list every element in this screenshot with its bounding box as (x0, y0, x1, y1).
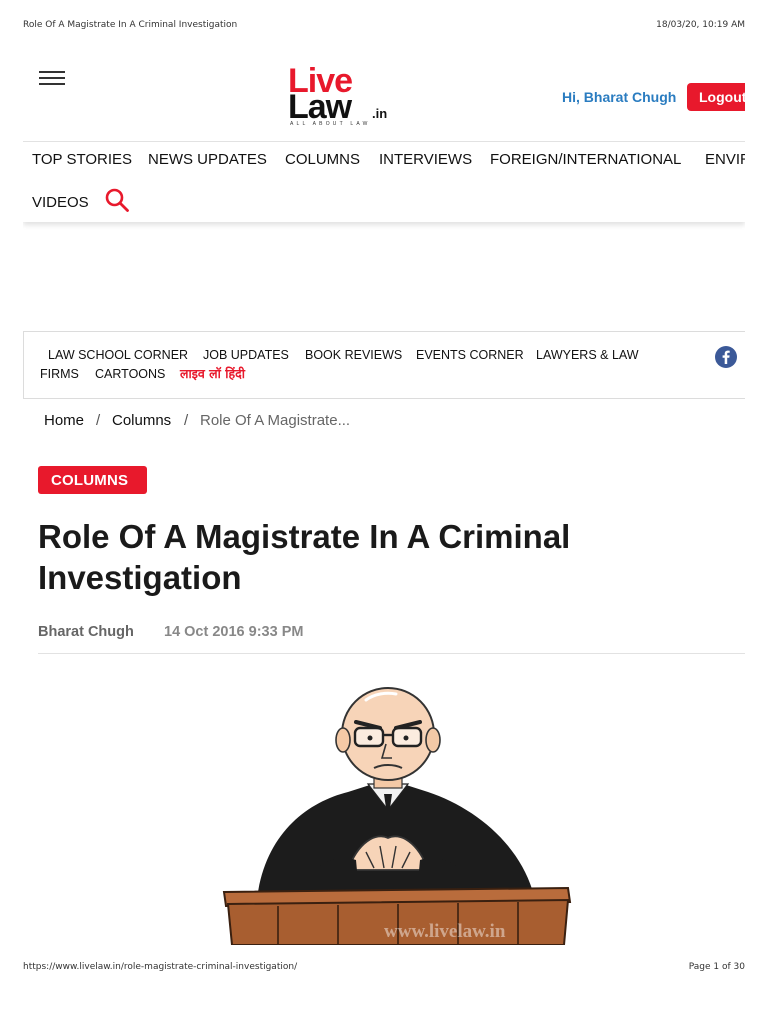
secondary-nav (23, 331, 745, 399)
webpage: Live Law .in ALL ABOUT LAW Hi, Bharat Ch… (23, 52, 745, 945)
logo-law: Law (288, 88, 352, 126)
subnav-book-reviews[interactable]: BOOK REVIEWS (305, 348, 402, 363)
nav-top-stories[interactable]: TOP STORIES (32, 151, 132, 169)
nav-news-updates[interactable]: NEWS UPDATES (148, 151, 267, 169)
user-greeting[interactable]: Hi, Bharat Chugh (562, 89, 676, 105)
print-footer: https://www.livelaw.in/role-magistrate-c… (23, 962, 745, 974)
search-icon[interactable] (104, 187, 130, 213)
nav-foreign-international[interactable]: FOREIGN/INTERNATIONAL (490, 151, 681, 169)
category-badge[interactable]: COLUMNS (38, 466, 147, 494)
judge-illustration: www.livelaw.in (222, 687, 572, 945)
print-page-title: Role Of A Magistrate In A Criminal Inves… (23, 20, 238, 30)
article-title: Role Of A Magistrate In A Criminal Inves… (38, 518, 571, 596)
image-watermark: www.livelaw.in (384, 921, 506, 942)
hamburger-menu-icon[interactable] (39, 71, 65, 87)
breadcrumb-home[interactable]: Home (44, 412, 84, 430)
article-date: 14 Oct 2016 9:33 PM (164, 624, 304, 640)
print-header: Role Of A Magistrate In A Criminal Inves… (23, 20, 745, 32)
print-url: https://www.livelaw.in/role-magistrate-c… (23, 962, 298, 972)
logo-tld: .in (372, 106, 388, 121)
subnav-firms[interactable]: FIRMS (40, 367, 79, 382)
subnav-law-school-corner[interactable]: LAW SCHOOL CORNER (48, 348, 188, 363)
breadcrumb-separator: / (96, 412, 101, 429)
facebook-icon[interactable] (715, 346, 737, 368)
breadcrumb-columns[interactable]: Columns (112, 412, 171, 430)
nav-columns[interactable]: COLUMNS (285, 151, 360, 169)
site-header: Live Law .in ALL ABOUT LAW Hi, Bharat Ch… (23, 52, 745, 222)
logout-button[interactable]: Logout (687, 83, 745, 111)
topnav-divider (23, 141, 745, 142)
subnav-lawyers-and-law[interactable]: LAWYERS & LAW (536, 348, 639, 363)
nav-environment[interactable]: ENVIR (705, 151, 745, 169)
livelaw-logo[interactable]: Live Law .in ALL ABOUT LAW (288, 64, 398, 128)
subnav-job-updates[interactable]: JOB UPDATES (203, 348, 289, 363)
subnav-livelaw-hindi[interactable]: लाइव लॉ हिंदी (180, 366, 245, 381)
print-page-number: Page 1 of 30 (688, 962, 745, 972)
breadcrumb-current: Role Of A Magistrate... (200, 412, 351, 429)
print-datetime: 18/03/20, 10:19 AM (656, 20, 745, 30)
nav-videos[interactable]: VIDEOS (32, 194, 89, 212)
subnav-events-corner[interactable]: EVENTS CORNER (416, 348, 524, 363)
breadcrumb-separator: / (184, 412, 189, 429)
divider (38, 653, 745, 654)
article-author[interactable]: Bharat Chugh (38, 624, 134, 640)
nav-interviews[interactable]: INTERVIEWS (379, 151, 472, 169)
subnav-cartoons[interactable]: CARTOONS (95, 367, 165, 382)
logo-tagline: ALL ABOUT LAW (290, 121, 371, 127)
